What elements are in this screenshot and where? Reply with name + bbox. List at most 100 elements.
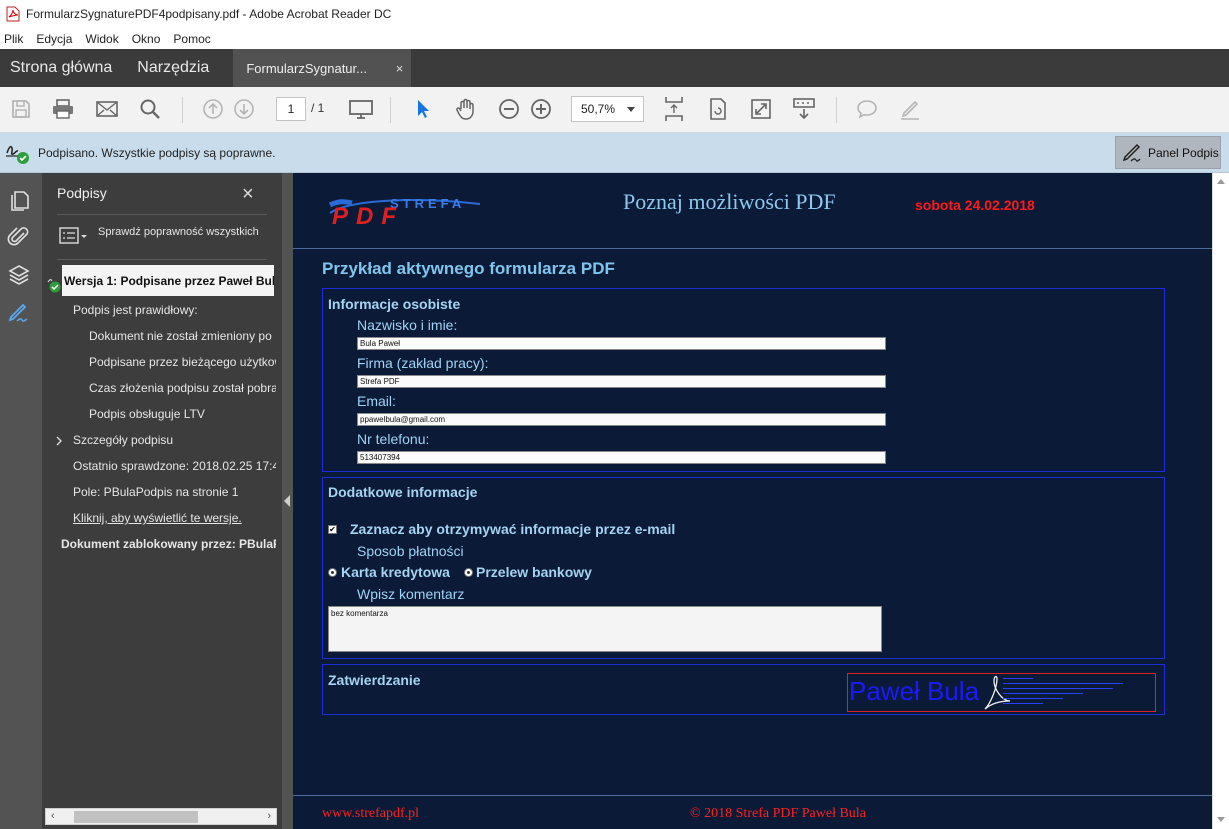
phone-field[interactable]: 513407394 (357, 451, 886, 464)
search-icon[interactable] (138, 97, 162, 121)
name-label: Nazwisko i imie: (357, 317, 458, 333)
tab-close-button[interactable]: × (396, 61, 404, 76)
scroll-left-icon[interactable]: ‹ (51, 810, 55, 822)
zoom-out-icon[interactable] (497, 97, 521, 121)
toolbar: 1 / 1 50,7% (0, 87, 1229, 133)
view-version-link[interactable]: Kliknij, aby wyświetlić te wersje. (73, 511, 242, 525)
additional-info-title: Dodatkowe informacje (328, 484, 478, 500)
print-icon[interactable] (51, 97, 75, 121)
panel-divider (57, 214, 267, 215)
ltv-item[interactable]: Podpis obsługuje LTV (89, 407, 205, 421)
card-radio-label: Karta kredytowa (341, 564, 450, 580)
company-label: Firma (zakład pracy): (357, 355, 489, 371)
tab-tools[interactable]: Narzędzia (122, 49, 219, 87)
name-field[interactable]: Bula Paweł (357, 337, 886, 350)
field-item: Pole: PBulaPodpis na stronie 1 (73, 485, 239, 499)
toolbar-separator (836, 97, 837, 123)
pdf-file-icon (6, 6, 20, 22)
rotate-icon[interactable] (706, 97, 730, 121)
scroll-right-icon[interactable]: › (267, 810, 271, 822)
email-icon[interactable] (95, 97, 119, 121)
menu-view[interactable]: Widok (79, 32, 125, 46)
logo-text-pdf: PDF (332, 203, 404, 227)
zoom-value: 50,7% (581, 102, 616, 116)
window-title: FormularzSygnaturePDF4podpisany.pdf - Ad… (26, 7, 392, 21)
collapse-arrow-icon (284, 495, 290, 507)
form-title: Przykład aktywnego formularza PDF (322, 259, 615, 278)
transfer-radio[interactable] (464, 568, 473, 577)
valid-signature-icon (46, 277, 62, 293)
page-total: / 1 (311, 101, 325, 115)
scroll-down-icon[interactable] (1217, 817, 1225, 822)
zoom-select[interactable]: 50,7% (571, 96, 644, 122)
next-page-icon[interactable] (232, 97, 256, 121)
navigation-rail (0, 173, 42, 829)
email-consent-checkbox[interactable]: ✔ (328, 525, 337, 534)
comment-label: Wpisz komentarz (357, 586, 465, 602)
page-display-icon[interactable] (792, 97, 816, 121)
card-radio[interactable] (328, 568, 337, 577)
signatures-panel: Podpisy × Sprawdź poprawność wszystkich … (42, 173, 282, 829)
document-vertical-scrollbar[interactable] (1212, 173, 1229, 829)
company-field[interactable]: Strefa PDF (357, 375, 886, 388)
panel-collapse-handle[interactable] (282, 173, 293, 829)
chevron-down-icon (627, 107, 635, 112)
fullscreen-icon[interactable] (749, 97, 773, 121)
menu-file[interactable]: Plik (0, 32, 30, 46)
attachments-icon[interactable] (7, 225, 31, 249)
signatures-icon[interactable] (7, 301, 31, 325)
options-menu-icon[interactable] (59, 226, 89, 246)
toolbar-separator (182, 97, 183, 123)
scroll-up-icon[interactable] (1217, 179, 1225, 184)
tab-document[interactable]: FormularzSygnatur... × (233, 49, 412, 87)
tab-document-label: FormularzSygnatur... (246, 60, 367, 76)
personal-info-title: Informacje osobiste (328, 296, 461, 312)
header-divider (293, 248, 1212, 249)
panel-horizontal-scrollbar[interactable]: ‹ › (45, 808, 277, 825)
not-modified-item[interactable]: Dokument nie został zmieniony po (89, 329, 276, 343)
select-cursor-icon[interactable] (412, 97, 434, 121)
signature-status-bar: Podpisano. Wszystkie podpisy są poprawne… (0, 133, 1229, 173)
strefa-pdf-logo: STREFA PDF (328, 193, 488, 230)
signature-valid-label[interactable]: Podpis jest prawidłowy: (73, 303, 198, 317)
verify-all-button[interactable]: Sprawdź poprawność wszystkich (98, 226, 268, 238)
comment-field[interactable]: bez komentarza (328, 606, 882, 652)
save-icon[interactable] (9, 97, 33, 121)
signature-version-item[interactable]: Wersja 1: Podpisane przez Paweł Bula (62, 265, 274, 296)
email-field[interactable]: ppawelbula@gmail.com (357, 413, 886, 426)
menu-help[interactable]: Pomoc (167, 32, 217, 46)
layers-icon[interactable] (7, 263, 31, 287)
signature-field[interactable]: Paweł Bula (847, 673, 1156, 712)
signed-by-current-item[interactable]: Podpisane przez bieżącego użytkow (89, 355, 276, 369)
document-locked-item: Dokument zablokowany przez: PBulaP (61, 537, 276, 551)
signature-panel-label: Panel Podpis (1148, 145, 1219, 160)
prev-page-icon[interactable] (201, 97, 225, 121)
last-checked-item: Ostatnio sprawdzone: 2018.02.25 17:45 (73, 459, 276, 473)
time-taken-item[interactable]: Czas złożenia podpisu został pobrar (89, 381, 276, 395)
read-mode-icon[interactable] (348, 97, 374, 121)
phone-label: Nr telefonu: (357, 431, 430, 447)
signature-name: Paweł Bula (849, 676, 980, 706)
tab-bar: Strona główna Narzędzia FormularzSygnatu… (0, 49, 1229, 87)
page-number-input[interactable]: 1 (276, 97, 306, 121)
footer-divider (293, 795, 1212, 796)
menu-window[interactable]: Okno (126, 32, 168, 46)
approval-title: Zatwierdzanie (328, 672, 421, 688)
menu-edit[interactable]: Edycja (30, 32, 79, 46)
close-icon[interactable]: × (242, 183, 254, 206)
signature-status-message: Podpisano. Wszystkie podpisy są poprawne… (38, 145, 276, 160)
page-thumbnails-icon[interactable] (7, 189, 31, 213)
payment-method-label: Sposob płatności (357, 543, 464, 559)
comment-icon[interactable] (855, 97, 879, 121)
highlight-icon[interactable] (898, 97, 922, 121)
hand-icon[interactable] (453, 97, 479, 121)
chevron-right-icon[interactable] (54, 435, 64, 447)
tab-home[interactable]: Strona główna (0, 49, 122, 87)
footer-website: www.strefapdf.pl (322, 806, 420, 821)
scrollbar-thumb[interactable] (74, 811, 198, 823)
signature-panel-button[interactable]: Panel Podpis (1115, 136, 1221, 169)
signature-details-item[interactable]: Szczegóły podpisu (73, 433, 173, 447)
signature-pen-icon (1121, 142, 1145, 164)
zoom-in-icon[interactable] (529, 97, 553, 121)
scroll-mode-icon[interactable] (662, 97, 686, 121)
